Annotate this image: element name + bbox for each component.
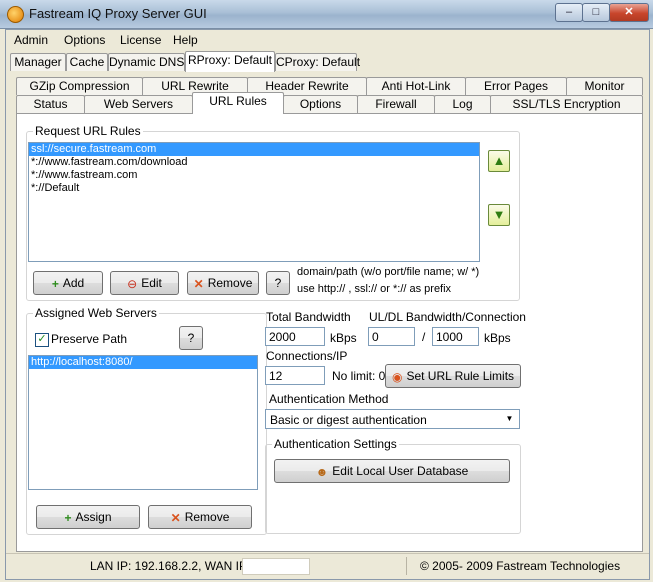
- set-url-rule-limits-button[interactable]: ◉ Set URL Rule Limits: [385, 364, 521, 388]
- auth-settings-group: Authentication Settings ☻ Edit Local User…: [265, 437, 521, 534]
- hint-line-1: domain/path (w/o port/file name; w/ *): [297, 266, 480, 278]
- edit-db-label: Edit Local User Database: [332, 464, 469, 478]
- status-divider: [406, 557, 409, 575]
- move-up-button[interactable]: ▲: [488, 150, 510, 172]
- remove-rule-button[interactable]: ✕ Remove: [187, 271, 259, 295]
- add-icon: +: [51, 276, 59, 291]
- uldl-bandwidth-label: UL/DL Bandwidth/Connection: [369, 310, 526, 324]
- menu-admin[interactable]: Admin: [10, 32, 52, 48]
- assign-button[interactable]: + Assign: [36, 505, 140, 529]
- menu-license[interactable]: License: [116, 32, 165, 48]
- app-window: Fastream IQ Proxy Server GUI – □ ✕ Admin…: [0, 0, 653, 582]
- request-url-rules-group: Request URL Rules ssl://secure.fastream.…: [26, 124, 520, 301]
- minimize-button[interactable]: –: [555, 3, 583, 22]
- remove-icon: ✕: [193, 276, 204, 291]
- tab-cache[interactable]: Cache: [66, 53, 108, 71]
- unit-kbps-2: kBps: [484, 331, 511, 345]
- auth-method-label: Authentication Method: [269, 392, 389, 406]
- auth-method-value: Basic or digest authentication: [270, 413, 427, 427]
- edit-local-user-database-button[interactable]: ☻ Edit Local User Database: [274, 459, 510, 483]
- users-icon: ☻: [315, 464, 329, 479]
- tab-status[interactable]: Status: [16, 95, 85, 113]
- lan-wan-ip: LAN IP: 192.168.2.2, WAN IP:: [90, 559, 251, 573]
- title-bar[interactable]: Fastream IQ Proxy Server GUI – □ ✕: [0, 0, 653, 29]
- url-rules-panel: Request URL Rules ssl://secure.fastream.…: [16, 113, 643, 552]
- preserve-path-label: Preserve Path: [51, 332, 128, 346]
- menu-bar: Admin Options License Help: [6, 30, 649, 50]
- assigned-help-button[interactable]: ?: [179, 326, 203, 350]
- wan-ip-field: [242, 558, 310, 575]
- ul-bandwidth-input[interactable]: 0: [368, 327, 415, 346]
- tab-ssl-tls-encryption[interactable]: SSL/TLS Encryption: [490, 95, 643, 113]
- list-item[interactable]: ssl://secure.fastream.com: [29, 143, 479, 156]
- app-icon: [7, 6, 24, 23]
- preserve-path-checkbox[interactable]: ✓: [35, 333, 49, 347]
- status-bar: LAN IP: 192.168.2.2, WAN IP: © 2005- 200…: [6, 553, 649, 579]
- tab-cproxy-default[interactable]: CProxy: Default: [275, 53, 360, 71]
- set-limits-label: Set URL Rule Limits: [406, 369, 515, 383]
- add-rule-button[interactable]: + Add: [33, 271, 103, 295]
- edit-rule-label: Edit: [141, 276, 162, 290]
- menu-help[interactable]: Help: [169, 32, 202, 48]
- chevron-down-icon: ▼: [505, 414, 514, 423]
- hint-line-2: use http:// , ssl:// or *:// as prefix: [297, 283, 452, 295]
- tab-options[interactable]: Options: [283, 95, 358, 113]
- no-limit-label: No limit: 0: [332, 369, 386, 383]
- dl-bandwidth-input[interactable]: 1000: [432, 327, 479, 346]
- list-item[interactable]: *://Default: [29, 182, 479, 195]
- close-button[interactable]: ✕: [609, 3, 649, 22]
- slash-separator: /: [422, 330, 426, 344]
- remove-rule-label: Remove: [207, 276, 253, 290]
- list-item[interactable]: *://www.fastream.com/download: [29, 156, 479, 169]
- list-item[interactable]: http://localhost:8080/: [29, 356, 257, 369]
- total-bandwidth-input[interactable]: 2000: [265, 327, 325, 346]
- connections-ip-input[interactable]: 12: [265, 366, 325, 385]
- copyright: © 2005- 2009 Fastream Technologies: [420, 559, 621, 573]
- remove-server-button[interactable]: ✕ Remove: [148, 505, 252, 529]
- total-bandwidth-label: Total Bandwidth: [266, 310, 351, 324]
- add-rule-label: Add: [62, 276, 85, 290]
- connections-ip-label: Connections/IP: [266, 349, 348, 363]
- tab-anti-hot-link[interactable]: Anti Hot-Link: [366, 77, 466, 95]
- request-url-rules-title: Request URL Rules: [33, 124, 143, 138]
- tab-rproxy-default[interactable]: RProxy: Default: [185, 51, 275, 72]
- auth-settings-title: Authentication Settings: [272, 437, 399, 451]
- window-title: Fastream IQ Proxy Server GUI: [29, 6, 207, 21]
- client-area: Admin Options License Help Manager Cache…: [5, 29, 650, 580]
- maximize-button[interactable]: □: [582, 3, 610, 22]
- tab-log[interactable]: Log: [434, 95, 491, 113]
- move-down-button[interactable]: ▼: [488, 204, 510, 226]
- assigned-web-servers-title: Assigned Web Servers: [33, 306, 159, 320]
- tab-firewall[interactable]: Firewall: [357, 95, 435, 113]
- remove-server-label: Remove: [184, 510, 230, 524]
- assigned-web-servers-group: Assigned Web Servers ✓ Preserve Path ? h…: [26, 306, 267, 535]
- help-button[interactable]: ?: [266, 271, 290, 295]
- tab-manager[interactable]: Manager: [10, 53, 66, 71]
- unit-kbps-1: kBps: [330, 331, 357, 345]
- menu-options[interactable]: Options: [60, 32, 109, 48]
- arrow-up-icon: ▲: [492, 153, 506, 168]
- tab-gzip-compression[interactable]: GZip Compression: [16, 77, 143, 95]
- edit-rule-button[interactable]: ⊖ Edit: [110, 271, 179, 295]
- add-icon: +: [64, 510, 72, 525]
- assigned-servers-list[interactable]: http://localhost:8080/: [28, 355, 258, 490]
- tab-monitor[interactable]: Monitor: [566, 77, 643, 95]
- tab-error-pages[interactable]: Error Pages: [465, 77, 567, 95]
- assign-label: Assign: [75, 510, 112, 524]
- tab-url-rules[interactable]: URL Rules: [192, 92, 284, 114]
- edit-icon: ⊖: [127, 276, 138, 291]
- remove-icon: ✕: [170, 510, 181, 525]
- arrow-down-icon: ▼: [492, 207, 506, 222]
- tab-dynamic-dns[interactable]: Dynamic DNS: [108, 53, 185, 71]
- limits-icon: ◉: [391, 369, 403, 384]
- tab-web-servers[interactable]: Web Servers: [84, 95, 193, 113]
- request-url-rules-list[interactable]: ssl://secure.fastream.com *://www.fastre…: [28, 142, 480, 262]
- auth-method-select[interactable]: Basic or digest authentication ▼: [265, 409, 520, 429]
- list-item[interactable]: *://www.fastream.com: [29, 169, 479, 182]
